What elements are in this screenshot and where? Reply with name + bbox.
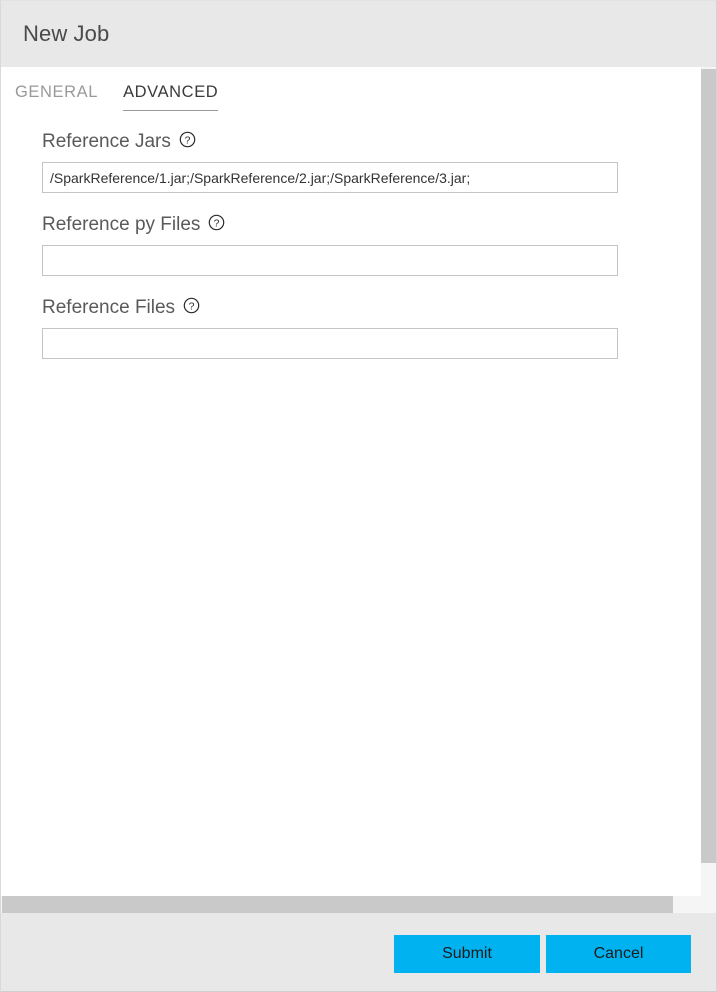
svg-text:?: ? bbox=[184, 134, 190, 146]
field-reference-py-files-label: Reference py Files bbox=[42, 214, 201, 235]
dialog-footer: Submit Cancel bbox=[1, 913, 716, 991]
field-reference-jars-label-row: Reference Jars ? bbox=[42, 131, 618, 153]
reference-py-files-input[interactable] bbox=[42, 245, 618, 276]
reference-jars-input[interactable] bbox=[42, 162, 618, 193]
field-reference-files-label-row: Reference Files ? bbox=[42, 297, 618, 319]
advanced-form: Reference Jars ? Reference py Files bbox=[42, 131, 618, 380]
field-reference-py-files: Reference py Files ? bbox=[42, 214, 618, 276]
field-reference-jars-label: Reference Jars bbox=[42, 131, 171, 152]
dialog-title: New Job bbox=[23, 21, 110, 46]
reference-files-input[interactable] bbox=[42, 328, 618, 359]
tab-bar: GENERAL ADVANCED bbox=[15, 83, 243, 113]
horizontal-scrollbar-thumb[interactable] bbox=[2, 896, 673, 913]
field-reference-files-label: Reference Files bbox=[42, 297, 176, 318]
svg-text:?: ? bbox=[214, 217, 220, 229]
vertical-scrollbar-thumb[interactable] bbox=[701, 69, 716, 863]
dialog-content: GENERAL ADVANCED Reference Jars ? /Spark… bbox=[1, 67, 716, 913]
field-reference-jars: Reference Jars ? bbox=[42, 131, 618, 193]
submit-button[interactable]: Submit bbox=[394, 935, 540, 973]
svg-text:?: ? bbox=[189, 300, 195, 312]
dialog-titlebar: New Job bbox=[1, 1, 716, 67]
field-reference-files: Reference Files ? bbox=[42, 297, 618, 359]
tab-general[interactable]: GENERAL bbox=[15, 83, 98, 111]
field-reference-py-files-label-row: Reference py Files ? bbox=[42, 214, 618, 236]
question-circle-icon[interactable]: ? bbox=[183, 297, 200, 314]
tab-advanced[interactable]: ADVANCED bbox=[123, 83, 219, 111]
cancel-button[interactable]: Cancel bbox=[546, 935, 691, 973]
question-circle-icon[interactable]: ? bbox=[208, 214, 225, 231]
new-job-dialog: New Job GENERAL ADVANCED Reference Jars … bbox=[0, 0, 717, 992]
question-circle-icon[interactable]: ? bbox=[179, 131, 196, 148]
